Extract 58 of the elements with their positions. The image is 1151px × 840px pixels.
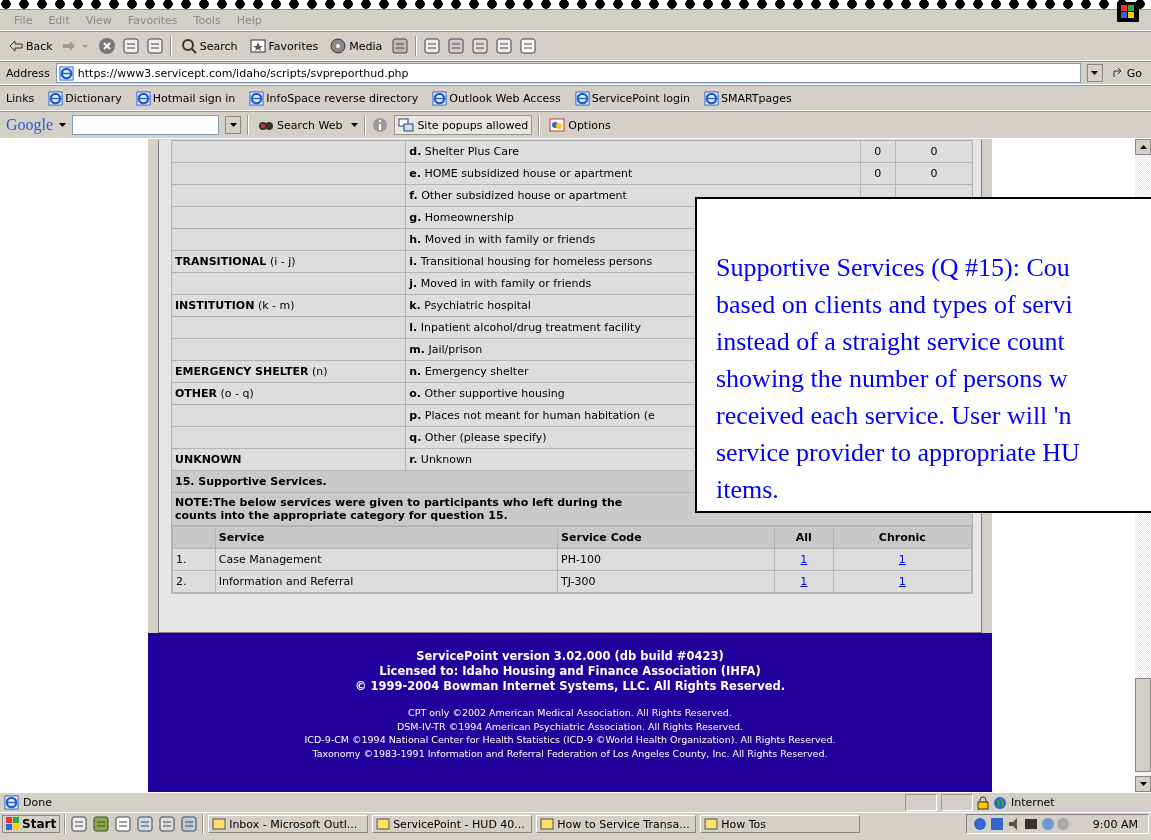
copyright-notice: CPT only ©2002 American Medical Association. All Rights Reserved. (408, 706, 732, 720)
footer-line: Licensed to: Idaho Housing and Finance Association (IHFA) (379, 664, 761, 679)
destination-cell: d. Shelter Plus Care (406, 141, 860, 162)
column-header: Service (215, 527, 558, 548)
column-header: All (775, 527, 833, 548)
category-cell: TRANSITIONAL (i - j) (172, 251, 406, 272)
google-logo[interactable]: Google (6, 116, 54, 134)
address-label: Address (6, 66, 50, 80)
code-cell: PH-100 (558, 549, 774, 570)
code-cell: TJ-300 (558, 571, 774, 592)
count-link[interactable]: 1 (898, 575, 906, 588)
column-header: Chronic (833, 527, 971, 548)
copyright-notice: ICD-9-CM ©1994 National Center for Health Statistics (ICD-9 ©World Health Organization). All Rights Reserved. (304, 733, 836, 747)
links-label: Links (6, 91, 35, 105)
taskbar-task[interactable]: How Tos (700, 815, 861, 833)
count-link[interactable]: 1 (800, 575, 808, 588)
popups-allowed-button[interactable]: Site popups allowed (394, 115, 533, 135)
zone-text: Internet (1011, 796, 1056, 809)
count-cell: 0 (895, 163, 972, 184)
link-item[interactable]: Dictionary (48, 90, 122, 106)
row-number: 2. (173, 571, 215, 592)
taskbar-task[interactable]: ServicePoint - HUD 40... (372, 815, 533, 833)
link-item[interactable]: Outlook Web Access (432, 90, 561, 106)
category-cell: EMERGENCY SHELTER (n) (172, 361, 406, 382)
go-button[interactable]: Go (1108, 65, 1145, 81)
link-item[interactable]: InfoSpace reverse directory (249, 90, 419, 106)
search-web-button[interactable]: Search Web (255, 117, 346, 133)
row-number: 1. (173, 549, 215, 570)
category-cell: OTHER (o - q) (172, 383, 406, 404)
footer-line: ServicePoint version 3.02.000 (db build #0423) (416, 649, 724, 664)
count-cell: 0 (860, 163, 895, 184)
search-button[interactable]: Search (177, 37, 241, 55)
category-cell: INSTITUTION (k - m) (172, 295, 406, 316)
count-link[interactable]: 1 (800, 553, 808, 566)
favorites-button[interactable]: Favorites (246, 38, 322, 54)
count-cell: 0 (860, 141, 895, 162)
back-button[interactable]: Back (6, 38, 56, 54)
link-item[interactable]: ServicePoint login (574, 90, 690, 106)
destination-cell: e. HOME subsidized house or apartment (406, 163, 860, 184)
count-link[interactable]: 1 (898, 553, 906, 566)
category-cell: UNKNOWN (172, 449, 406, 470)
taskbar-task[interactable]: How to Service Transa... (536, 815, 697, 833)
link-item[interactable]: Hotmail sign in (135, 90, 236, 106)
copyright-notice: DSM-IV-TR ©1994 American Psychiatric Association. All Rights Reserved. (396, 719, 744, 733)
column-header: Service Code (558, 527, 774, 548)
service-cell: Case Management (215, 549, 558, 570)
count-cell: 0 (895, 141, 972, 162)
footer-line: © 1999-2004 Bowman Internet Systems, LLC. All Rights Reserved. (354, 679, 786, 694)
start-button[interactable]: Start (2, 815, 61, 833)
options-button[interactable]: Options (546, 117, 614, 133)
status-text: Done (23, 796, 52, 809)
clock-text: 9:00 AM (1092, 817, 1138, 831)
media-button[interactable]: Media (327, 37, 386, 55)
address-field[interactable]: https://www3.servicept.com/idaho/scripts/svpreporthud.php (55, 63, 1081, 83)
link-item[interactable]: SMARTpages (703, 90, 792, 106)
taskbar-task[interactable]: Inbox - Microsoft Outl... (208, 815, 369, 833)
copyright-notice: Taxonomy ©1983-1991 Information and Referral Federation of Los Angeles County, Inc. All Rights Reserved. (312, 746, 828, 760)
service-cell: Information and Referral (215, 571, 558, 592)
